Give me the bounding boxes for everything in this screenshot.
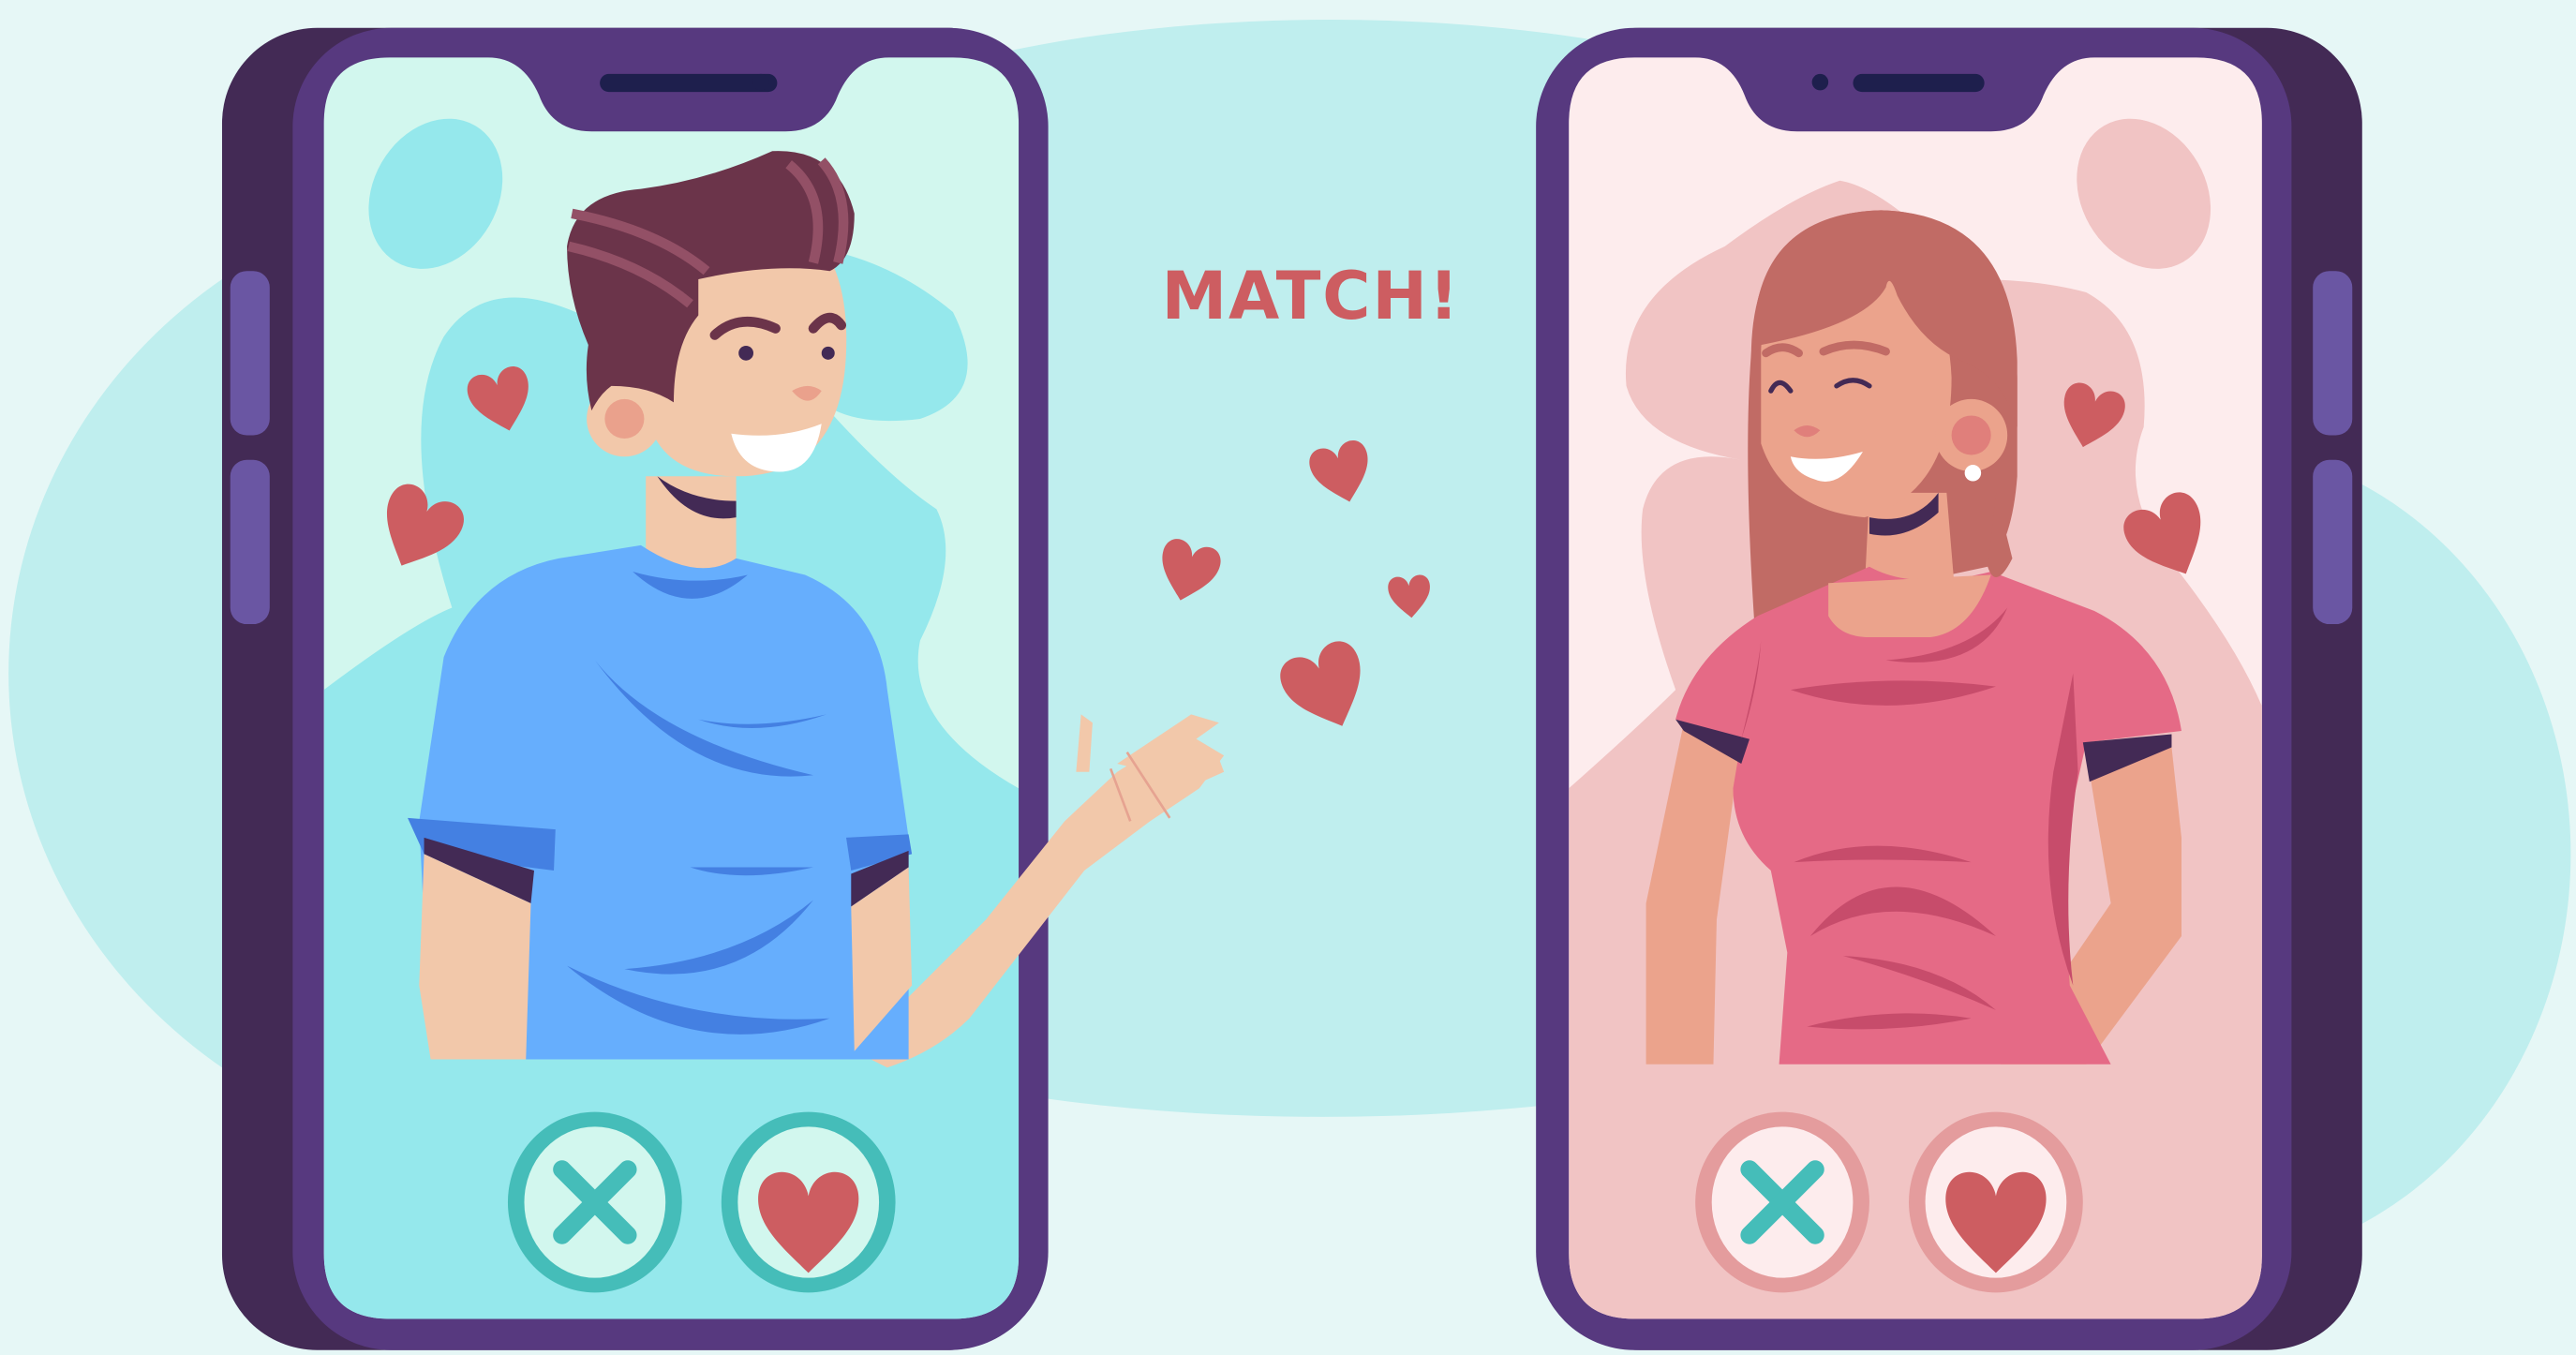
front-camera: [752, 73, 769, 91]
side-button[interactable]: [2313, 459, 2353, 625]
power-button[interactable]: [2313, 271, 2353, 436]
speaker-grille: [1853, 73, 1985, 93]
left-reject-button[interactable]: [507, 1111, 682, 1293]
illustration: MATCH!: [0, 0, 2576, 1355]
volume-up-button[interactable]: [230, 271, 270, 436]
left-like-button[interactable]: [721, 1111, 896, 1293]
front-camera: [1811, 73, 1829, 91]
volume-down-button[interactable]: [230, 459, 270, 625]
match-banner: MATCH!: [1162, 258, 1461, 335]
right-reject-button[interactable]: [1695, 1111, 1869, 1293]
right-like-button[interactable]: [1909, 1111, 2083, 1293]
speaker-grille: [600, 73, 778, 93]
